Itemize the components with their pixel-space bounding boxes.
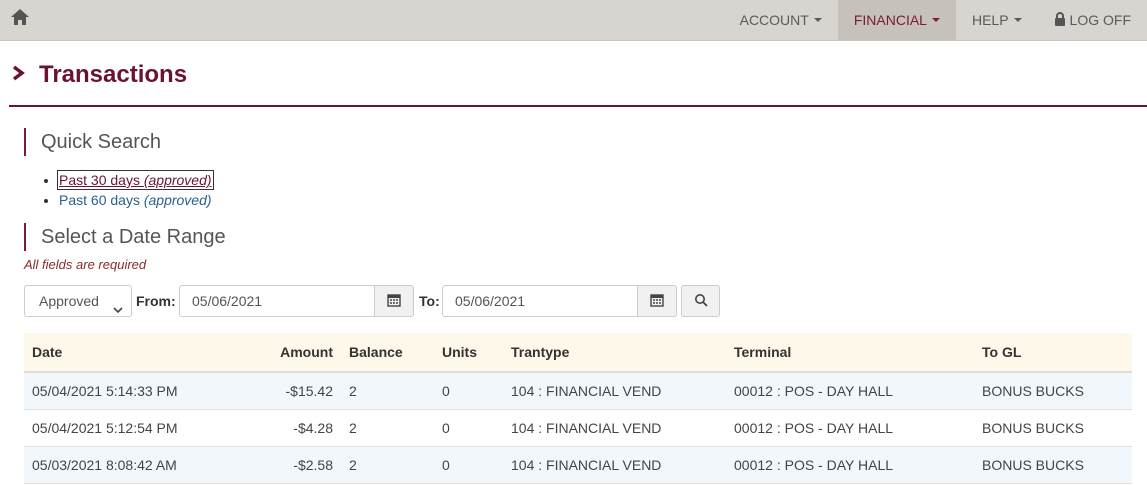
col-units: Units — [434, 333, 503, 373]
past-30-days-link[interactable]: Past 30 days (approved) — [57, 170, 214, 190]
cell-terminal: 00012 : POS - DAY HALL — [726, 446, 974, 484]
nav-account[interactable]: ACCOUNT — [724, 0, 838, 40]
top-navbar: ACCOUNT FINANCIAL HELP LOG OFF — [0, 0, 1147, 41]
col-terminal: Terminal — [726, 333, 974, 373]
date-range-heading: Select a Date Range — [24, 223, 226, 251]
nav-logoff-label: LOG OFF — [1069, 12, 1131, 28]
to-calendar-button[interactable] — [638, 285, 677, 317]
list-item: Past 30 days (approved) — [57, 170, 214, 190]
from-date-input[interactable]: 05/06/2021 — [179, 285, 375, 317]
calendar-icon — [650, 293, 664, 310]
from-label: From: — [136, 293, 176, 309]
nav-account-label: ACCOUNT — [739, 12, 809, 28]
link-note: (approved) — [143, 172, 212, 188]
cell-trantype: 104 : FINANCIAL VEND — [503, 446, 726, 484]
main-nav: ACCOUNT FINANCIAL HELP LOG OFF — [724, 0, 1147, 40]
cell-to-gl: BONUS BUCKS — [974, 446, 1132, 484]
chevron-down-icon — [113, 295, 123, 325]
caret-down-icon — [1013, 18, 1022, 22]
transactions-table: Date Amount Balance Units Trantype Termi… — [24, 333, 1132, 484]
link-text: Past 30 days — [59, 172, 140, 188]
link-note: (approved) — [143, 192, 212, 208]
table-row: 05/03/2021 8:08:42 AM -$2.58 2 0 104 : F… — [24, 446, 1132, 484]
cell-balance: 2 — [341, 372, 434, 410]
chevron-right-icon — [11, 65, 25, 84]
search-button[interactable] — [681, 285, 720, 317]
nav-help[interactable]: HELP — [956, 0, 1038, 40]
caret-down-icon — [931, 18, 940, 22]
caret-down-icon — [813, 18, 822, 22]
cell-terminal: 00012 : POS - DAY HALL — [726, 409, 974, 447]
status-select[interactable]: Approved — [24, 285, 132, 317]
home-icon[interactable] — [9, 6, 31, 28]
cell-date: 05/03/2021 8:08:42 AM — [24, 446, 232, 484]
from-calendar-button[interactable] — [375, 285, 414, 317]
cell-trantype: 104 : FINANCIAL VEND — [503, 409, 726, 447]
nav-financial-label: FINANCIAL — [853, 12, 927, 28]
col-balance: Balance — [341, 333, 434, 373]
to-label: To: — [419, 293, 440, 309]
lock-icon — [1054, 11, 1066, 29]
quick-search-heading: Quick Search — [24, 128, 161, 156]
cell-units: 0 — [434, 409, 503, 447]
cell-terminal: 00012 : POS - DAY HALL — [726, 372, 974, 410]
cell-to-gl: BONUS BUCKS — [974, 372, 1132, 410]
link-text: Past 60 days — [59, 192, 140, 208]
cell-date: 05/04/2021 5:14:33 PM — [24, 372, 232, 410]
page-title: Transactions — [39, 61, 188, 88]
cell-amount: -$4.28 — [232, 409, 341, 447]
to-date-input[interactable]: 05/06/2021 — [442, 285, 638, 317]
col-to-gl: To GL — [974, 333, 1132, 373]
status-select-value: Approved — [39, 293, 99, 309]
table-row: 05/04/2021 5:12:54 PM -$4.28 2 0 104 : F… — [24, 409, 1132, 447]
calendar-icon — [387, 293, 401, 310]
table-header-row: Date Amount Balance Units Trantype Termi… — [24, 333, 1132, 373]
cell-balance: 2 — [341, 409, 434, 447]
table-row: 05/04/2021 5:14:33 PM -$15.42 2 0 104 : … — [24, 372, 1132, 410]
col-trantype: Trantype — [503, 333, 726, 373]
cell-amount: -$15.42 — [232, 372, 341, 410]
list-item: Past 60 days (approved) — [59, 190, 212, 210]
search-icon — [694, 293, 708, 310]
page-header: Transactions — [9, 41, 1147, 107]
col-date: Date — [24, 333, 232, 373]
cell-amount: -$2.58 — [232, 446, 341, 484]
cell-units: 0 — [434, 446, 503, 484]
cell-trantype: 104 : FINANCIAL VEND — [503, 372, 726, 410]
cell-units: 0 — [434, 372, 503, 410]
past-60-days-link[interactable]: Past 60 days (approved) — [59, 192, 212, 208]
cell-balance: 2 — [341, 446, 434, 484]
required-note: All fields are required — [24, 257, 147, 272]
nav-financial[interactable]: FINANCIAL — [837, 0, 956, 40]
nav-help-label: HELP — [971, 12, 1009, 28]
cell-to-gl: BONUS BUCKS — [974, 409, 1132, 447]
nav-logoff[interactable]: LOG OFF — [1038, 0, 1147, 40]
col-amount: Amount — [232, 333, 341, 373]
quick-search-list: Past 30 days (approved) Past 60 days (ap… — [40, 170, 214, 210]
cell-date: 05/04/2021 5:12:54 PM — [24, 409, 232, 447]
